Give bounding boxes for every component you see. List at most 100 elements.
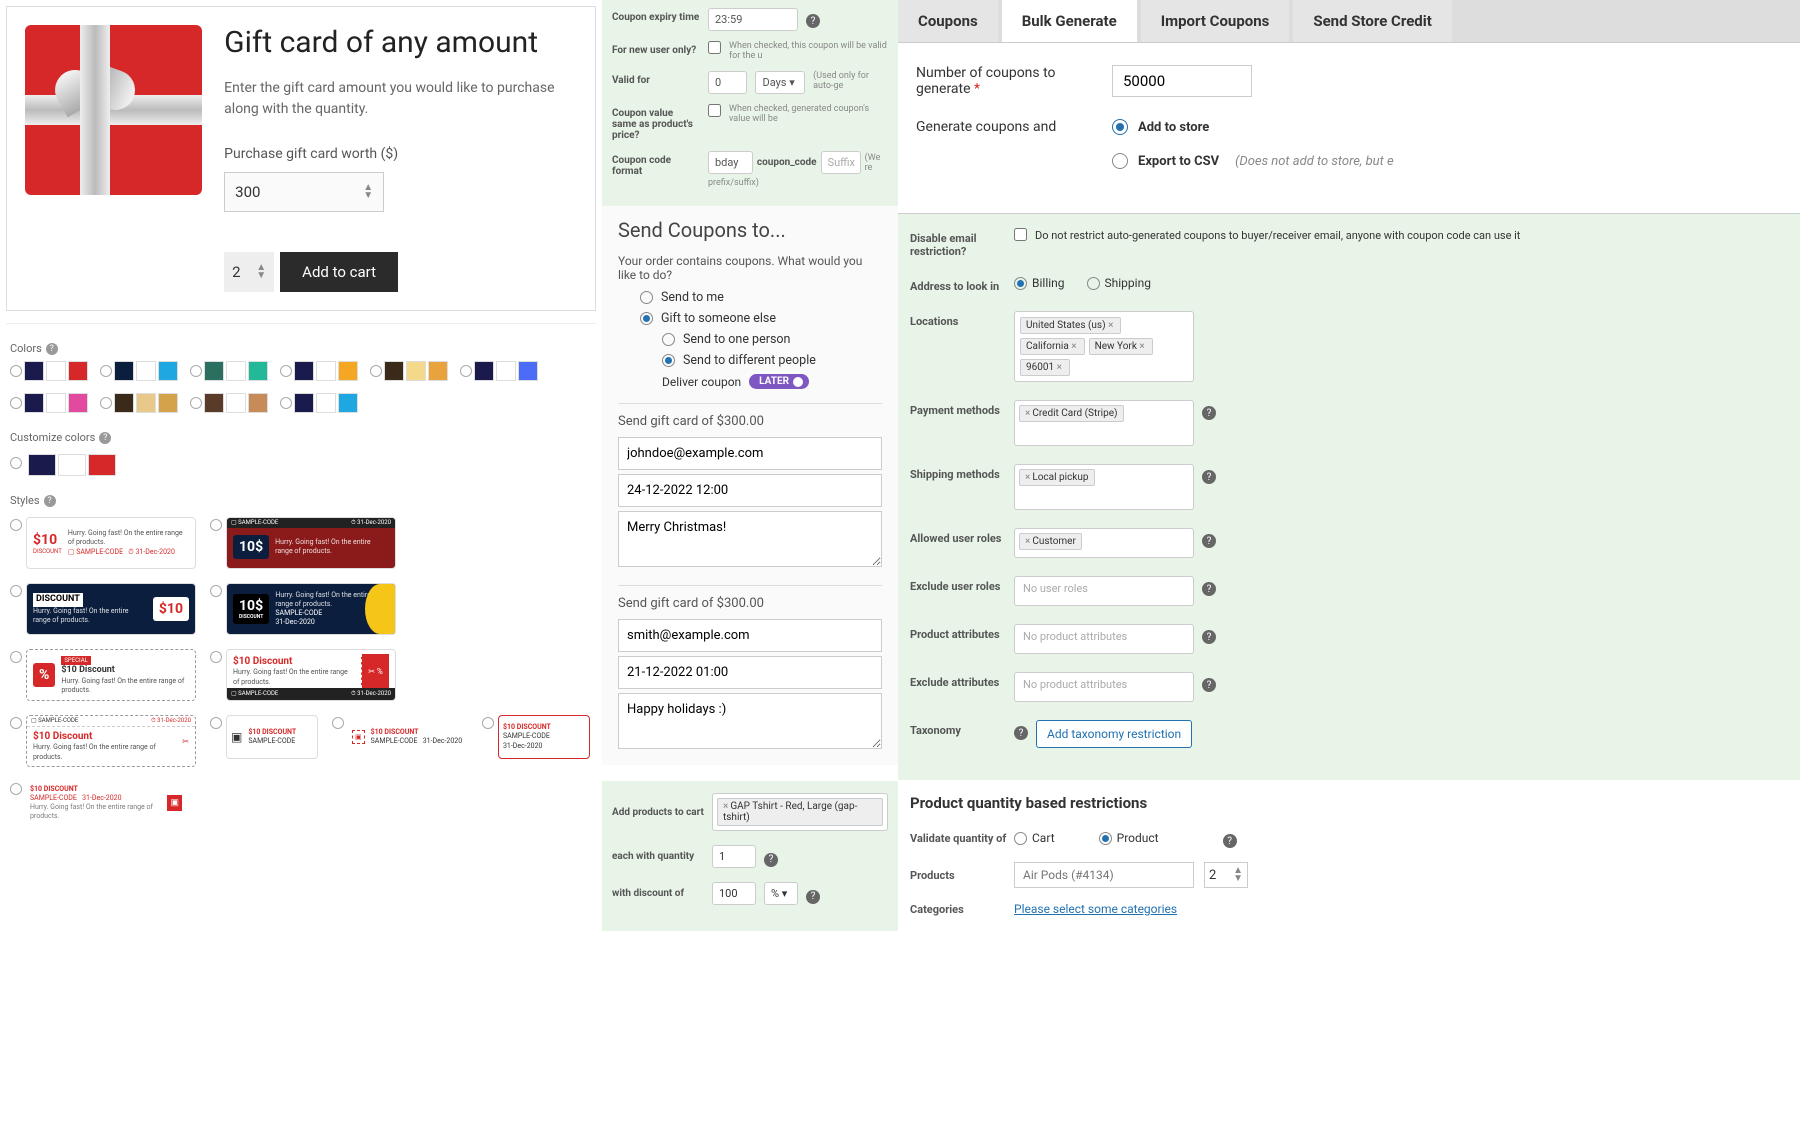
color-palette-option[interactable] (10, 393, 88, 413)
valid-for-input[interactable]: 0 (708, 71, 747, 94)
help-icon[interactable]: ? (46, 343, 58, 355)
each-qty-label: each with quantity (612, 851, 704, 862)
recipient-email-input[interactable] (618, 437, 882, 470)
help-icon[interactable]: ? (1202, 470, 1216, 484)
style-option[interactable]: $10 DiscountHurry. Going fast! On the en… (210, 649, 396, 701)
disable-email-checkbox[interactable] (1014, 228, 1027, 241)
help-icon[interactable]: ? (1223, 834, 1237, 848)
help-icon[interactable]: ? (764, 853, 778, 867)
discount-value-input[interactable]: 100 (712, 882, 756, 905)
style-option[interactable]: ▣$10 DISCOUNTSAMPLE-CODE 31-Dec-2020 (332, 715, 468, 767)
num-coupons-input[interactable] (1112, 65, 1252, 97)
help-icon[interactable]: ? (806, 14, 820, 28)
color-palette-option[interactable] (460, 361, 538, 381)
location-tag[interactable]: 96001 × (1020, 359, 1070, 376)
discount-unit-select[interactable]: % ▾ (764, 882, 798, 905)
gift-option[interactable]: Gift to someone else (640, 311, 882, 326)
allowed-roles-input[interactable]: ×Customer (1014, 528, 1194, 558)
style-option[interactable]: ▢ SAMPLE-CODE⏱ 31-Dec-2020$10 DiscountHu… (10, 715, 196, 767)
locations-input[interactable]: United States (us) × California ×New York… (1014, 311, 1194, 382)
prod-attr-input[interactable]: No product attributes (1014, 624, 1194, 654)
style-option[interactable]: $10 DISCOUNTSAMPLE-CODE31-Dec-2020 (482, 715, 590, 767)
location-tag[interactable]: New York × (1089, 338, 1153, 355)
stepper-icon[interactable]: ▲▼ (1233, 867, 1243, 883)
color-palette-option[interactable] (100, 361, 178, 381)
style-option[interactable]: $10DISCOUNTHurry. Going fast! On the ent… (10, 517, 196, 569)
recipient-datetime-input[interactable] (618, 656, 882, 689)
add-taxonomy-button[interactable]: Add taxonomy restriction (1036, 720, 1192, 748)
categories-link[interactable]: Please select some categories (1014, 902, 1177, 916)
new-user-checkbox[interactable] (708, 41, 721, 54)
tab-send-store-credit[interactable]: Send Store Credit (1293, 0, 1451, 42)
prod-attr-label: Product attributes (910, 624, 1014, 641)
send-block-title: Send gift card of $300.00 (618, 596, 882, 611)
send-one-option[interactable]: Send to one person (662, 332, 882, 347)
tab-coupons[interactable]: Coupons (898, 0, 998, 42)
color-palette-option[interactable] (370, 361, 448, 381)
worth-input[interactable]: 300 ▲▼ (224, 172, 384, 212)
style-option[interactable]: $10 DISCOUNTSAMPLE-CODE 31-Dec-2020Hurry… (10, 781, 186, 825)
color-palette-option[interactable] (190, 361, 268, 381)
help-icon[interactable]: ? (1202, 678, 1216, 692)
send-diff-option[interactable]: Send to different people (662, 353, 882, 368)
color-palette-option[interactable] (280, 393, 358, 413)
expiry-input[interactable]: 23:59 (708, 8, 798, 31)
deliver-later-toggle[interactable]: LATER (749, 374, 809, 389)
code-suffix-input[interactable]: Suffix (821, 151, 861, 174)
help-icon[interactable]: ? (1202, 534, 1216, 548)
exclude-roles-input[interactable]: No user roles (1014, 576, 1194, 606)
products-qty-stepper[interactable]: 2 ▲▼ (1204, 862, 1248, 888)
pqr-title: Product quantity based restrictions (910, 794, 1788, 812)
tab-bulk-generate[interactable]: Bulk Generate (1002, 0, 1137, 42)
location-tag[interactable]: California × (1020, 338, 1085, 355)
help-icon[interactable]: ? (806, 890, 820, 904)
design-panel: Colors ? Customize colors ? Styles ? $10… (6, 323, 596, 835)
add-to-cart-button[interactable]: Add to cart (280, 252, 398, 292)
style-option[interactable]: DISCOUNTHurry. Going fast! On the entire… (10, 583, 196, 635)
customize-radio[interactable] (10, 457, 22, 469)
code-prefix-input[interactable]: bday (708, 151, 753, 174)
recipient-message-input[interactable]: Happy holidays :) (618, 693, 882, 749)
validate-cart-option[interactable]: Cart (1014, 831, 1055, 845)
help-icon[interactable]: ? (1202, 630, 1216, 644)
help-icon[interactable]: ? (1202, 406, 1216, 420)
stepper-icon[interactable]: ▲▼ (256, 264, 266, 280)
style-option[interactable]: ▢ SAMPLE-CODE⏱ 31-Dec-202010$Hurry. Goin… (210, 517, 396, 569)
add-products-input[interactable]: ×GAP Tshirt - Red, Large (gap-tshirt) (712, 793, 888, 831)
location-tag[interactable]: United States (us) × (1020, 317, 1121, 334)
recipient-message-input[interactable]: Merry Christmas! (618, 511, 882, 567)
export-csv-option[interactable]: Export to CSV (Does not add to store, bu… (1112, 153, 1394, 169)
color-palette-option[interactable] (10, 361, 88, 381)
help-icon[interactable]: ? (1202, 582, 1216, 596)
each-qty-input[interactable]: 1 (712, 845, 756, 868)
styles-label: Styles (10, 494, 40, 507)
style-option[interactable]: 10$DISCOUNTHurry. Going fast! On the ent… (210, 583, 396, 635)
send-to-me-option[interactable]: Send to me (640, 290, 882, 305)
help-icon[interactable]: ? (44, 495, 56, 507)
shipping-input[interactable]: ×Local pickup (1014, 464, 1194, 510)
recipient-datetime-input[interactable] (618, 474, 882, 507)
billing-option[interactable]: Billing (1014, 276, 1065, 290)
stepper-icon[interactable]: ▲▼ (363, 184, 373, 200)
products-input[interactable] (1014, 862, 1194, 888)
color-palette-option[interactable] (190, 393, 268, 413)
add-to-store-option[interactable]: Add to store (1112, 119, 1394, 135)
excl-attr-input[interactable]: No product attributes (1014, 672, 1194, 702)
help-icon[interactable]: ? (1014, 726, 1028, 740)
colors-label: Colors (10, 342, 42, 355)
shipping-option[interactable]: Shipping (1087, 276, 1151, 290)
payment-input[interactable]: ×Credit Card (Stripe) (1014, 400, 1194, 446)
quantity-stepper[interactable]: 2 ▲▼ (224, 252, 274, 292)
valid-for-unit-select[interactable]: Days ▾ (755, 71, 805, 94)
help-icon[interactable]: ? (99, 432, 111, 444)
customize-colors-row[interactable] (28, 454, 116, 476)
style-option[interactable]: %SPECIAL$10 DiscountHurry. Going fast! O… (10, 649, 196, 701)
color-palette-option[interactable] (100, 393, 178, 413)
color-palette-option[interactable] (280, 361, 358, 381)
validate-product-option[interactable]: Product (1099, 831, 1159, 845)
value-same-hint: When checked, generated coupon's value w… (729, 104, 888, 124)
value-same-checkbox[interactable] (708, 104, 721, 117)
tab-import-coupons[interactable]: Import Coupons (1141, 0, 1290, 42)
style-option[interactable]: ▣$10 DISCOUNTSAMPLE-CODE (210, 715, 318, 767)
recipient-email-input[interactable] (618, 619, 882, 652)
